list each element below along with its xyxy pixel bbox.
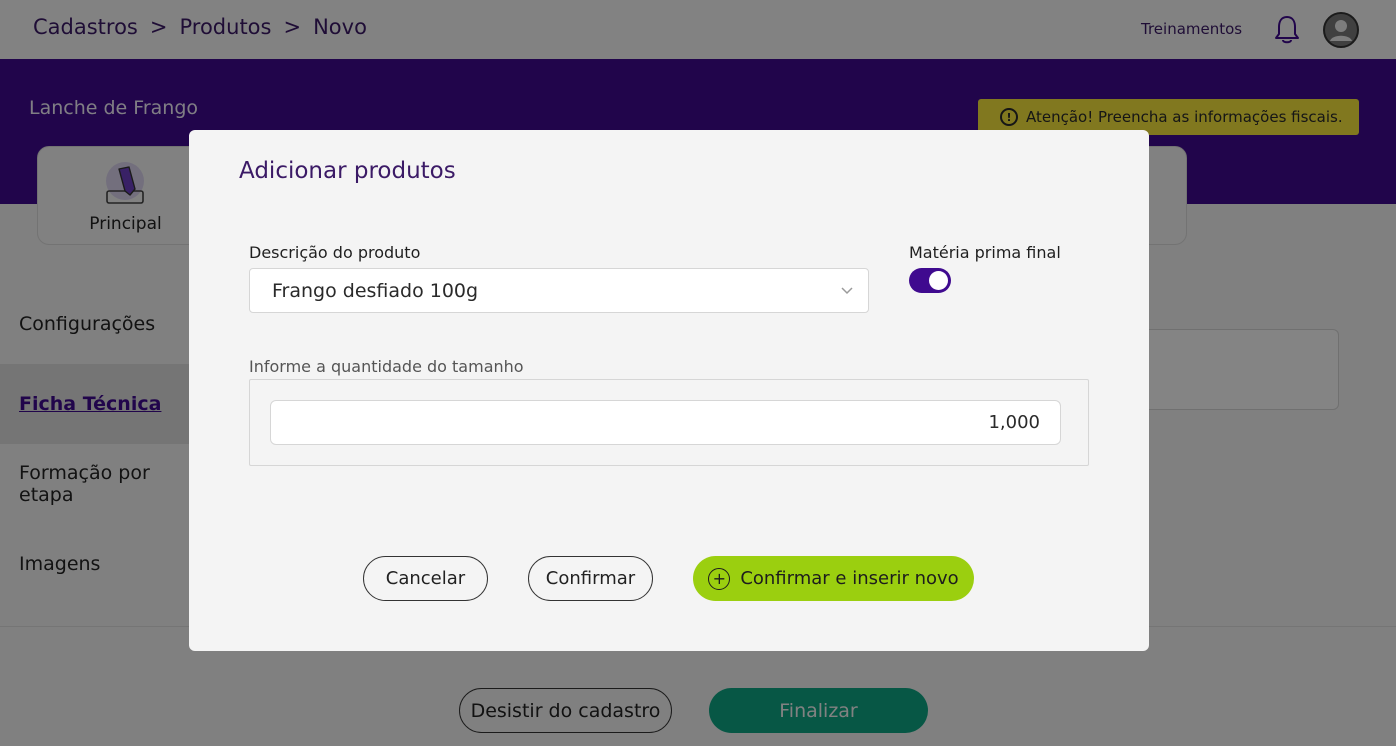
- cancel-button[interactable]: Cancelar: [363, 556, 488, 601]
- plus-circle-icon: +: [708, 567, 731, 590]
- description-label: Descrição do produto: [249, 243, 421, 262]
- product-description-select[interactable]: Frango desfiado 100g: [249, 268, 869, 313]
- quantity-panel: [249, 379, 1089, 466]
- confirm-and-add-new-button[interactable]: + Confirmar e inserir novo: [693, 556, 974, 601]
- final-material-label: Matéria prima final: [909, 243, 1061, 262]
- confirm-and-add-new-label: Confirmar e inserir novo: [740, 568, 959, 589]
- add-products-modal: Adicionar produtos Descrição do produto …: [189, 130, 1149, 651]
- quantity-input[interactable]: [270, 400, 1061, 445]
- page: Cadastros > Produtos > Novo Treinamentos…: [0, 0, 1396, 746]
- modal-title: Adicionar produtos: [239, 158, 456, 184]
- confirm-button[interactable]: Confirmar: [528, 556, 653, 601]
- quantity-label: Informe a quantidade do tamanho: [249, 357, 524, 376]
- final-material-toggle[interactable]: [909, 268, 951, 293]
- chevron-down-icon: [841, 287, 853, 295]
- toggle-knob: [929, 271, 948, 290]
- product-description-value: Frango desfiado 100g: [272, 279, 479, 302]
